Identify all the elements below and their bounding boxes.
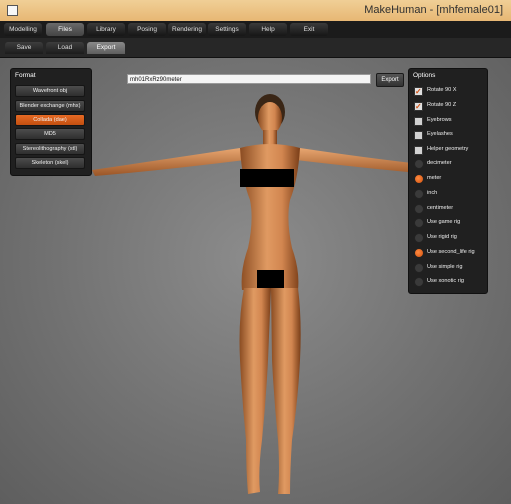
left-leg xyxy=(239,288,271,494)
tab-modelling[interactable]: Modelling xyxy=(4,23,42,36)
export-filename-input[interactable]: mh01RxRz90meter xyxy=(127,74,371,84)
format-wavefront-obj-button[interactable]: Wavefront obj xyxy=(15,85,85,97)
left-arm xyxy=(92,148,245,176)
radio-off-icon[interactable] xyxy=(414,204,424,214)
radio-off-icon[interactable] xyxy=(414,218,424,228)
tab-settings[interactable]: Settings xyxy=(208,23,246,36)
checkbox-unchecked-icon[interactable] xyxy=(414,131,423,140)
export-button[interactable]: Export xyxy=(376,73,404,87)
tab-rendering[interactable]: Rendering xyxy=(168,23,206,36)
right-leg xyxy=(271,288,301,494)
tab-exit[interactable]: Exit xyxy=(290,23,328,36)
checkbox-checked-icon[interactable] xyxy=(414,86,423,97)
radio-off-icon[interactable] xyxy=(414,159,424,169)
checkbox-unchecked-icon[interactable] xyxy=(414,117,423,126)
radio-off-icon[interactable] xyxy=(414,277,424,287)
tab-help[interactable]: Help xyxy=(249,23,287,36)
format-md5-button[interactable]: MD5 xyxy=(15,128,85,140)
title-bar: MakeHuman - [mhfemale01] xyxy=(0,0,511,21)
format-panel-title: Format xyxy=(15,72,36,79)
tab-posing[interactable]: Posing xyxy=(128,23,166,36)
radio-on-icon[interactable] xyxy=(414,248,424,258)
radio-off-icon[interactable] xyxy=(414,233,424,243)
torso xyxy=(240,144,300,290)
head xyxy=(258,102,282,134)
format-panel: Format Wavefront obj Blender exchange (m… xyxy=(10,68,92,176)
checkbox-checked-icon[interactable] xyxy=(414,101,423,112)
subtab-load[interactable]: Load xyxy=(46,42,84,54)
radio-off-icon[interactable] xyxy=(414,263,424,273)
censor-bar-chest xyxy=(240,169,294,187)
tab-library[interactable]: Library xyxy=(87,23,125,36)
options-panel: Options Rotate 90 X Rotate 90 Z Eyebrows… xyxy=(408,68,488,294)
subtab-save[interactable]: Save xyxy=(5,42,43,54)
format-blender-mhx-button[interactable]: Blender exchange (mhx) xyxy=(15,100,85,112)
radio-off-icon[interactable] xyxy=(414,189,424,199)
checkbox-unchecked-icon[interactable] xyxy=(414,146,423,155)
format-collada-dae-button[interactable]: Collada (dae) xyxy=(15,114,85,126)
format-stl-button[interactable]: Stereolithography (stl) xyxy=(15,143,85,155)
tab-files[interactable]: Files xyxy=(46,23,84,36)
options-panel-title: Options xyxy=(413,72,436,79)
format-skeleton-button[interactable]: Skeleton (skel) xyxy=(15,157,85,169)
censor-bar-lower xyxy=(257,270,284,288)
subtab-export[interactable]: Export xyxy=(87,42,125,54)
app-window-icon xyxy=(7,5,18,16)
radio-on-icon[interactable] xyxy=(414,174,424,184)
window-title: MakeHuman - [mhfemale01] xyxy=(364,4,503,16)
